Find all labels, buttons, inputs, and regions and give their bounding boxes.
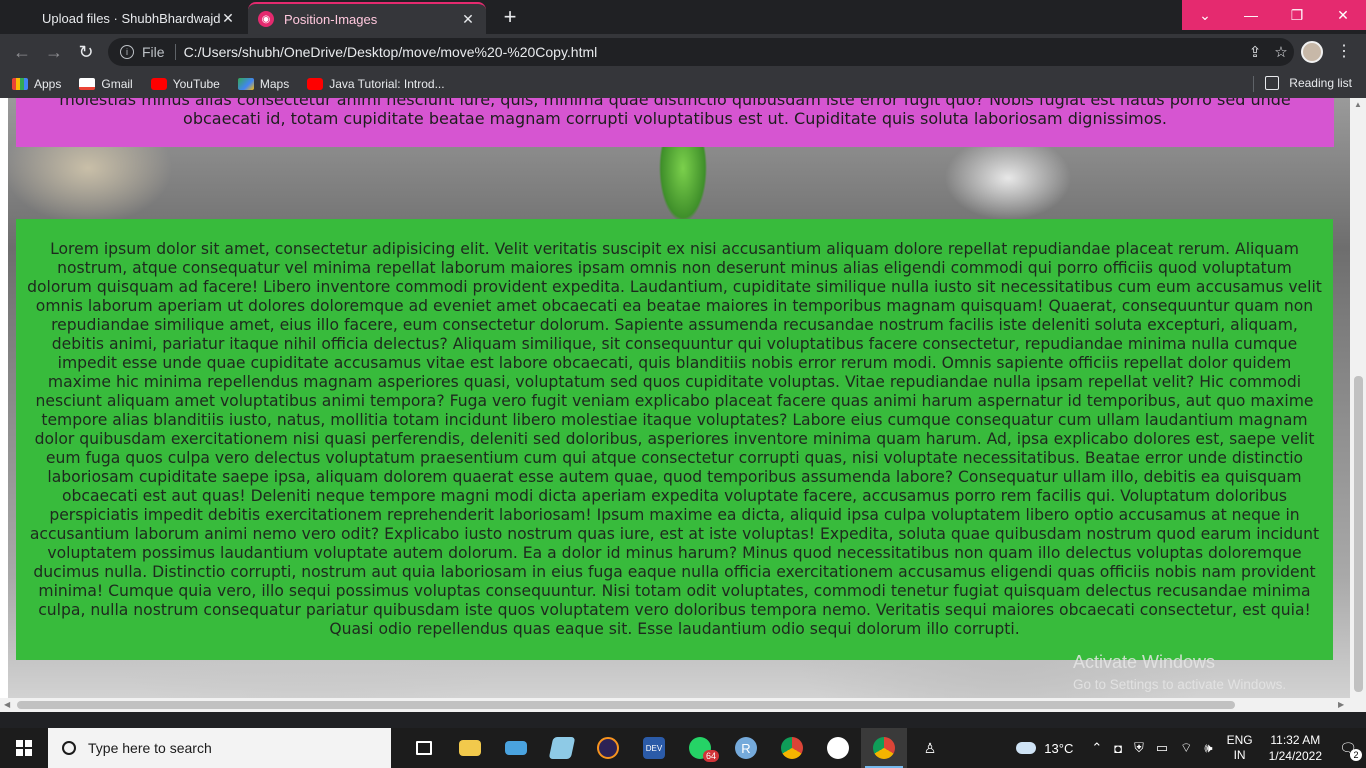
- reading-list-button[interactable]: Reading list: [1265, 76, 1352, 90]
- url-scheme: File: [142, 44, 165, 60]
- vertical-scroll-thumb[interactable]: [1354, 376, 1363, 692]
- chrome-icon[interactable]: [769, 728, 815, 768]
- taskbar-apps: DEV 64 R ♙: [401, 728, 953, 768]
- wps-icon[interactable]: [815, 728, 861, 768]
- bookmarks-bar: Apps Gmail YouTube Maps Java Tutorial: I…: [0, 70, 1366, 98]
- bookmark-star-icon[interactable]: ☆: [1268, 43, 1294, 61]
- horizontal-scrollbar[interactable]: ◀ ▶: [0, 698, 1366, 712]
- share-icon[interactable]: ⇪: [1242, 43, 1268, 61]
- divider: [1253, 76, 1254, 92]
- url-text[interactable]: C:/Users/shubh/OneDrive/Desktop/move/mov…: [184, 44, 1242, 60]
- lang-region: IN: [1233, 748, 1246, 762]
- system-tray: 13°C ⌃ ◘ ⛨ ▭ ⌔ 🕪 ENG IN 11:32 AM 1/24/20…: [1016, 728, 1366, 768]
- defender-icon[interactable]: ⛨: [1134, 740, 1144, 756]
- bookmark-apps[interactable]: Apps: [12, 77, 61, 91]
- whatsapp-badge: 64: [702, 750, 719, 762]
- activate-title: Activate Windows: [1073, 652, 1216, 672]
- notifications-button[interactable]: 🗨 2: [1330, 740, 1366, 761]
- wifi-icon[interactable]: ⌔: [1180, 740, 1192, 756]
- this-pc-icon[interactable]: [493, 728, 539, 768]
- back-arrow-icon[interactable]: ←: [10, 40, 34, 64]
- task-view-icon[interactable]: [401, 728, 447, 768]
- bookmark-label: Java Tutorial: Introd...: [329, 77, 445, 91]
- language-indicator[interactable]: ENG IN: [1227, 733, 1253, 763]
- tab-title: Upload files · ShubhBhardwajddn: [42, 10, 220, 26]
- notepad-icon[interactable]: [539, 728, 585, 768]
- search-placeholder: Type here to search: [88, 740, 212, 756]
- bookmark-label: Apps: [34, 77, 62, 91]
- bookmark-youtube[interactable]: YouTube: [150, 77, 220, 91]
- tab-title: Position-Images: [284, 11, 378, 27]
- youtube-icon: [307, 78, 324, 90]
- reading-list-label: Reading list: [1289, 76, 1352, 90]
- activate-subtitle: Go to Settings to activate Windows.: [1073, 677, 1287, 692]
- minimize-button[interactable]: —: [1228, 0, 1274, 30]
- people-icon[interactable]: ♙: [907, 728, 953, 768]
- windows-logo-icon: [16, 740, 32, 756]
- green-text-box: Lorem ipsum dolor sit amet, consectetur …: [16, 219, 1333, 660]
- apps-grid-icon: [12, 78, 28, 90]
- clock-time: 11:32 AM: [1270, 733, 1321, 747]
- tab-strip: Upload files · ShubhBhardwajddn ✕ ◉ Posi…: [0, 0, 1366, 34]
- bookmark-label: Gmail: [101, 77, 133, 91]
- r-icon[interactable]: R: [723, 728, 769, 768]
- dev-cpp-icon[interactable]: DEV: [631, 728, 677, 768]
- maps-icon: [237, 78, 254, 90]
- window-controls: ⌄ — ❐ ✕: [1182, 0, 1366, 30]
- activate-windows-watermark: Activate Windows Go to Settings to activ…: [1073, 652, 1286, 692]
- scroll-right-icon[interactable]: ▶: [1338, 700, 1344, 709]
- browser-toolbar: ← → ↻ i File C:/Users/shubh/OneDrive/Des…: [0, 34, 1366, 70]
- restore-button[interactable]: ❐: [1274, 0, 1320, 30]
- whatsapp-icon[interactable]: 64: [677, 728, 723, 768]
- notification-count: 2: [1350, 748, 1362, 761]
- tab-close-icon[interactable]: ✕: [220, 10, 236, 27]
- chevron-up-icon[interactable]: ⌃: [1091, 740, 1102, 756]
- tab-upload-files[interactable]: Upload files · ShubhBhardwajddn ✕: [8, 2, 246, 34]
- lang-code: ENG: [1226, 733, 1253, 747]
- windows-taskbar: Type here to search DEV 64 R ♙ 13°C ⌃ ◘ …: [0, 728, 1366, 768]
- page-viewport: molestias minus alias consectetur animi …: [0, 98, 1366, 712]
- start-button[interactable]: [0, 728, 48, 768]
- reading-list-icon: [1265, 76, 1280, 90]
- close-window-button[interactable]: ✕: [1320, 0, 1366, 30]
- webcam-icon[interactable]: ◘: [1114, 741, 1122, 756]
- pink-box-text: molestias minus alias consectetur animi …: [59, 98, 1291, 128]
- tab-position-images[interactable]: ◉ Position-Images ✕: [248, 2, 486, 34]
- tab-search-icon[interactable]: ⌄: [1182, 0, 1228, 30]
- info-icon[interactable]: i: [120, 45, 134, 59]
- page-favicon-icon: ◉: [258, 11, 274, 27]
- bookmark-gmail[interactable]: Gmail: [79, 77, 133, 91]
- youtube-icon: [150, 78, 167, 90]
- volume-icon[interactable]: 🕪: [1204, 740, 1212, 756]
- search-icon: [62, 741, 76, 755]
- cloud-icon: [1016, 742, 1037, 754]
- tab-close-icon[interactable]: ✕: [460, 11, 476, 28]
- new-tab-button[interactable]: +: [496, 4, 524, 32]
- bookmark-label: YouTube: [172, 77, 220, 91]
- temperature: 13°C: [1044, 740, 1074, 756]
- gmail-icon: [79, 78, 96, 90]
- file-explorer-icon[interactable]: [447, 728, 493, 768]
- bookmark-java-tutorial[interactable]: Java Tutorial: Introd...: [307, 77, 445, 91]
- vertical-scrollbar[interactable]: ▲: [1350, 98, 1366, 698]
- scroll-up-icon[interactable]: ▲: [1354, 100, 1362, 109]
- clock[interactable]: 11:32 AM 1/24/2022: [1269, 732, 1322, 764]
- eclipse-icon[interactable]: [585, 728, 631, 768]
- chrome-active-icon[interactable]: [861, 728, 907, 768]
- horizontal-scroll-thumb[interactable]: [17, 701, 1235, 709]
- divider: [174, 44, 176, 60]
- bookmark-maps[interactable]: Maps: [237, 77, 290, 91]
- bookmark-label: Maps: [259, 77, 290, 91]
- scroll-left-icon[interactable]: ◀: [4, 700, 10, 709]
- forward-arrow-icon[interactable]: →: [42, 40, 66, 64]
- weather-widget[interactable]: 13°C: [1016, 741, 1073, 756]
- menu-dots-icon[interactable]: ⋮: [1334, 40, 1354, 64]
- profile-avatar[interactable]: [1301, 41, 1323, 63]
- address-bar[interactable]: i File C:/Users/shubh/OneDrive/Desktop/m…: [108, 38, 1294, 66]
- battery-icon[interactable]: ▭: [1156, 740, 1168, 756]
- pink-text-box: molestias minus alias consectetur animi …: [16, 98, 1334, 147]
- clock-date: 1/24/2022: [1268, 749, 1322, 763]
- reload-icon[interactable]: ↻: [74, 40, 98, 64]
- taskbar-search[interactable]: Type here to search: [48, 728, 391, 768]
